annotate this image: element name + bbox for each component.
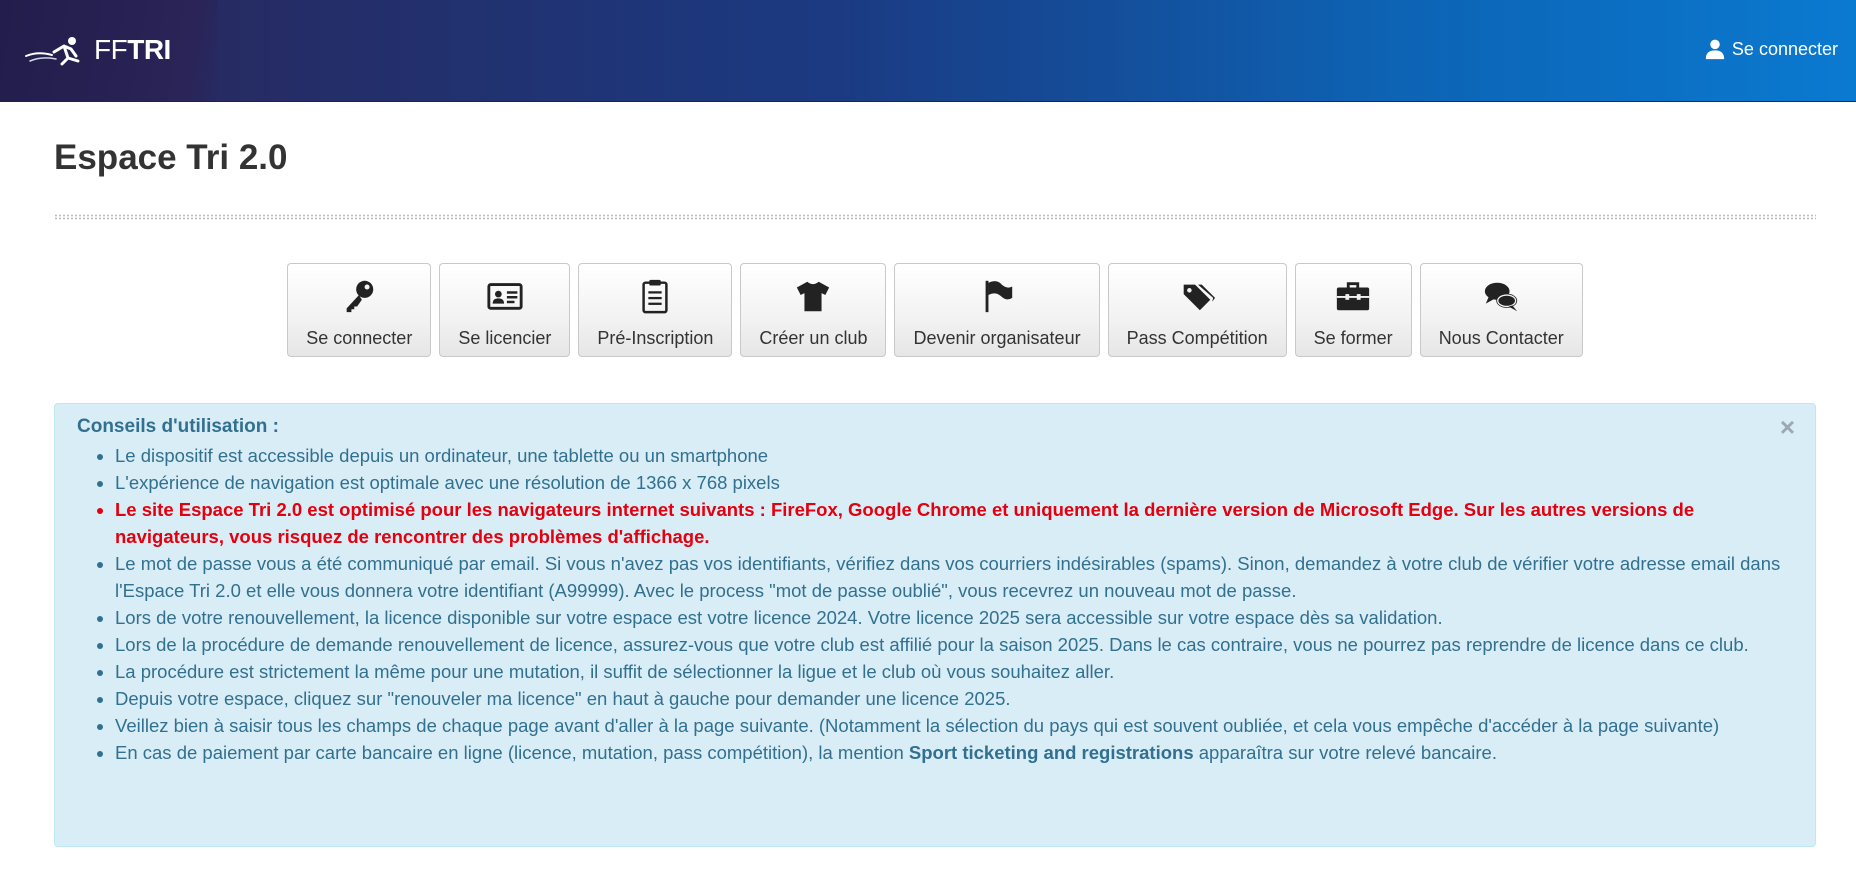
tile-nous-contacter[interactable]: Nous Contacter (1419, 263, 1583, 357)
triathlete-logo-icon (25, 37, 80, 66)
close-icon[interactable]: × (1780, 414, 1795, 440)
title-separator (54, 214, 1816, 220)
usage-tips-alert: × Conseils d'utilisation : Le dispositif… (54, 403, 1816, 847)
logo-ff: FF (94, 34, 128, 65)
action-tiles: Se connecter Se licencier Pré-Inscriptio… (54, 263, 1816, 357)
tile-label: Se connecter (306, 328, 413, 348)
tile-pre-inscription[interactable]: Pré-Inscription (578, 263, 733, 357)
fftri-logo[interactable]: FFTRI (24, 34, 171, 66)
tile-se-connecter[interactable]: Se connecter (287, 263, 432, 357)
alert-heading: Conseils d'utilisation : (77, 416, 279, 437)
user-icon (1705, 39, 1725, 60)
tile-se-licencier[interactable]: Se licencier (439, 263, 571, 357)
tile-pass-competition[interactable]: Pass Compétition (1107, 263, 1287, 357)
logo-text: FFTRI (94, 34, 171, 66)
list-item: En cas de paiement par carte bancaire en… (115, 739, 1793, 766)
list-item: Depuis votre espace, cliquez sur "renouv… (115, 685, 1793, 712)
list-item: Lors de la procédure de demande renouvel… (115, 631, 1793, 658)
tile-devenir-organisateur[interactable]: Devenir organisateur (894, 263, 1100, 357)
tile-label: Pass Compétition (1126, 328, 1268, 348)
header-login-label: Se connecter (1731, 38, 1838, 59)
tile-creer-un-club[interactable]: Créer un club (740, 263, 887, 357)
page-title: Espace Tri 2.0 (54, 138, 288, 177)
header-login-link[interactable]: Se connecter (1704, 38, 1838, 60)
tile-se-former[interactable]: Se former (1294, 263, 1412, 357)
tile-label: Nous Contacter (1438, 328, 1564, 348)
list-item: L'expérience de navigation est optimale … (115, 469, 1793, 496)
payment-merchant-name: Sport ticketing and registrations (908, 742, 1194, 763)
browser-warning-item: Le site Espace Tri 2.0 est optimisé pour… (115, 496, 1793, 550)
logo-tri: TRI (127, 34, 171, 65)
tile-label: Se former (1313, 328, 1393, 348)
top-navbar: FFTRI Se connecter (0, 0, 1856, 102)
tshirt-icon (797, 281, 830, 312)
list-item: La procédure est strictement la même pou… (115, 658, 1793, 685)
tile-label: Pré-Inscription (597, 328, 714, 348)
tips-list: Le dispositif est accessible depuis un o… (77, 442, 1793, 766)
list-item: Lors de votre renouvellement, la licence… (115, 604, 1793, 631)
list-item: Le dispositif est accessible depuis un o… (115, 442, 1793, 469)
clipboard-icon (642, 279, 669, 314)
payment-text-before: En cas de paiement par carte bancaire en… (115, 742, 909, 763)
tags-icon (1183, 284, 1216, 311)
chat-bubbles-icon (1485, 282, 1518, 312)
briefcase-icon (1337, 282, 1370, 311)
tile-label: Créer un club (759, 328, 868, 348)
list-item: Le mot de passe vous a été communiqué pa… (115, 550, 1793, 604)
id-card-icon (487, 283, 523, 310)
key-icon (346, 280, 374, 313)
list-item: Veillez bien à saisir tous les champs de… (115, 712, 1793, 739)
payment-text-after: apparaîtra sur votre relevé bancaire. (1193, 742, 1497, 763)
tile-label: Devenir organisateur (913, 328, 1081, 348)
tile-label: Se licencier (458, 328, 552, 348)
flag-icon (985, 280, 1013, 313)
